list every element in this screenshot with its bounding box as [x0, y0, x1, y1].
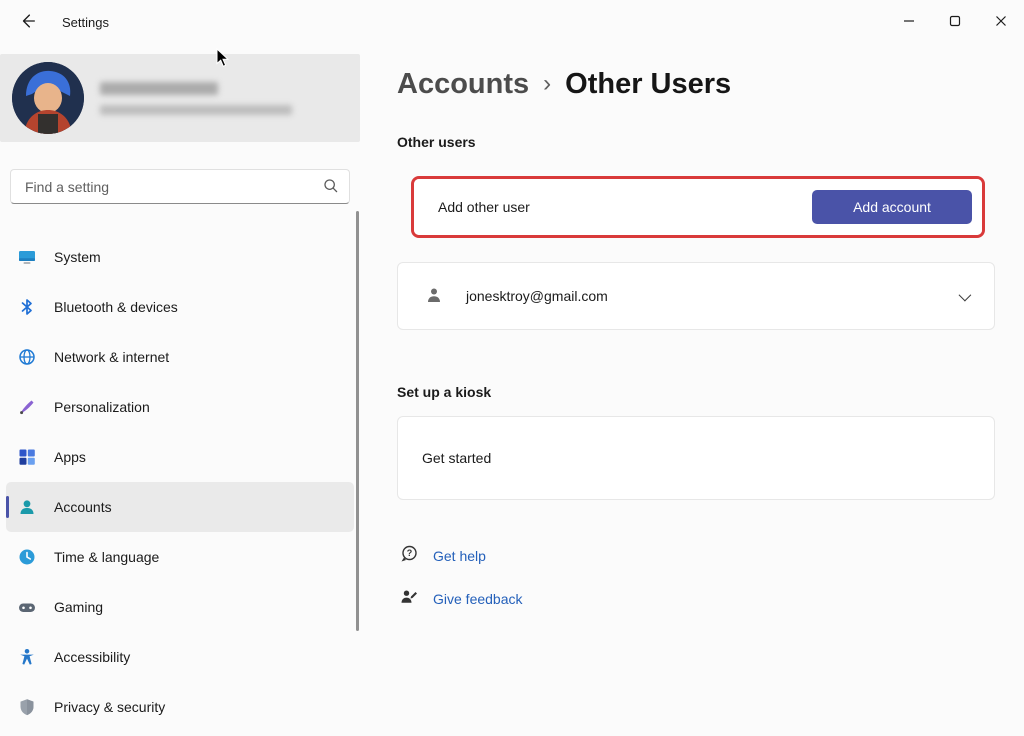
user-profile-card[interactable] [0, 54, 360, 142]
svg-text:?: ? [407, 548, 413, 558]
accounts-icon [16, 496, 38, 518]
sidebar-item-label: Privacy & security [54, 699, 165, 715]
sidebar-item-label: Apps [54, 449, 86, 465]
accessibility-icon [16, 646, 38, 668]
sidebar-item-privacy-security[interactable]: Privacy & security [6, 682, 354, 732]
maximize-icon [949, 15, 961, 30]
close-button[interactable] [978, 0, 1024, 44]
titlebar: Settings [0, 0, 1024, 44]
sidebar-item-apps[interactable]: Apps [6, 432, 354, 482]
sidebar-item-system[interactable]: System [6, 232, 354, 282]
back-arrow-icon [19, 12, 37, 33]
other-user-account-row[interactable]: jonesktroy@gmail.com [397, 262, 995, 330]
sidebar-item-label: Personalization [54, 399, 150, 415]
back-button[interactable] [8, 5, 48, 39]
kiosk-heading: Set up a kiosk [397, 384, 995, 400]
search-input[interactable] [23, 178, 322, 196]
get-help-label: Get help [433, 548, 486, 564]
sidebar-item-gaming[interactable]: Gaming [6, 582, 354, 632]
chevron-down-icon[interactable] [959, 288, 972, 301]
avatar [12, 62, 84, 134]
sidebar-item-label: System [54, 249, 101, 265]
breadcrumb-accounts[interactable]: Accounts [397, 64, 529, 104]
get-help-icon: ? [399, 544, 419, 567]
window-title: Settings [62, 15, 109, 30]
add-other-user-label: Add other user [438, 199, 530, 215]
add-other-user-card: Add other user Add account [414, 179, 982, 235]
breadcrumb: Accounts › Other Users [397, 64, 995, 104]
sidebar-item-time-language[interactable]: Time & language [6, 532, 354, 582]
gaming-icon [16, 596, 38, 618]
kiosk-get-started-card[interactable]: Get started [397, 416, 995, 500]
personalization-icon [16, 396, 38, 418]
sidebar-item-label: Time & language [54, 549, 159, 565]
sidebar-item-label: Accounts [54, 499, 112, 515]
privacy-security-icon [16, 696, 38, 718]
get-started-label: Get started [422, 450, 491, 466]
other-users-heading: Other users [397, 134, 995, 150]
give-feedback-label: Give feedback [433, 591, 523, 607]
get-help-link[interactable]: ? Get help [397, 544, 486, 567]
apps-icon [16, 446, 38, 468]
bluetooth-icon [16, 296, 38, 318]
sidebar-item-label: Accessibility [54, 649, 130, 665]
main-content: Accounts › Other Users Other users Add o… [397, 44, 995, 610]
profile-text-redacted [100, 82, 292, 115]
sidebar-scrollbar[interactable] [356, 211, 359, 631]
add-account-button[interactable]: Add account [812, 190, 972, 224]
minimize-icon [903, 15, 915, 30]
sidebar-item-accounts[interactable]: Accounts [6, 482, 354, 532]
give-feedback-icon [399, 587, 419, 610]
breadcrumb-separator-icon: › [543, 64, 551, 104]
sidebar-item-accessibility[interactable]: Accessibility [6, 632, 354, 682]
sidebar-item-label: Bluetooth & devices [54, 299, 178, 315]
system-icon [16, 246, 38, 268]
close-icon [995, 15, 1007, 30]
user-name-redacted [100, 82, 218, 95]
window-controls [886, 0, 1024, 44]
person-icon [424, 285, 444, 308]
user-email-redacted [100, 105, 292, 115]
sidebar-item-personalization[interactable]: Personalization [6, 382, 354, 432]
sidebar: System Bluetooth & devices Network & int… [0, 44, 360, 736]
network-icon [16, 346, 38, 368]
maximize-button[interactable] [932, 0, 978, 44]
sidebar-item-network-internet[interactable]: Network & internet [6, 332, 354, 382]
give-feedback-link[interactable]: Give feedback [397, 587, 523, 610]
page-title: Other Users [565, 64, 731, 104]
search-icon [322, 177, 339, 197]
help-links: ? Get help Give feedback [397, 544, 995, 610]
sidebar-nav: System Bluetooth & devices Network & int… [0, 232, 360, 732]
account-email: jonesktroy@gmail.com [466, 288, 608, 304]
sidebar-item-bluetooth-devices[interactable]: Bluetooth & devices [6, 282, 354, 332]
search-box [10, 169, 350, 204]
highlight-annotation: Add other user Add account [411, 176, 985, 238]
time-language-icon [16, 546, 38, 568]
sidebar-item-label: Gaming [54, 599, 103, 615]
sidebar-item-label: Network & internet [54, 349, 169, 365]
minimize-button[interactable] [886, 0, 932, 44]
